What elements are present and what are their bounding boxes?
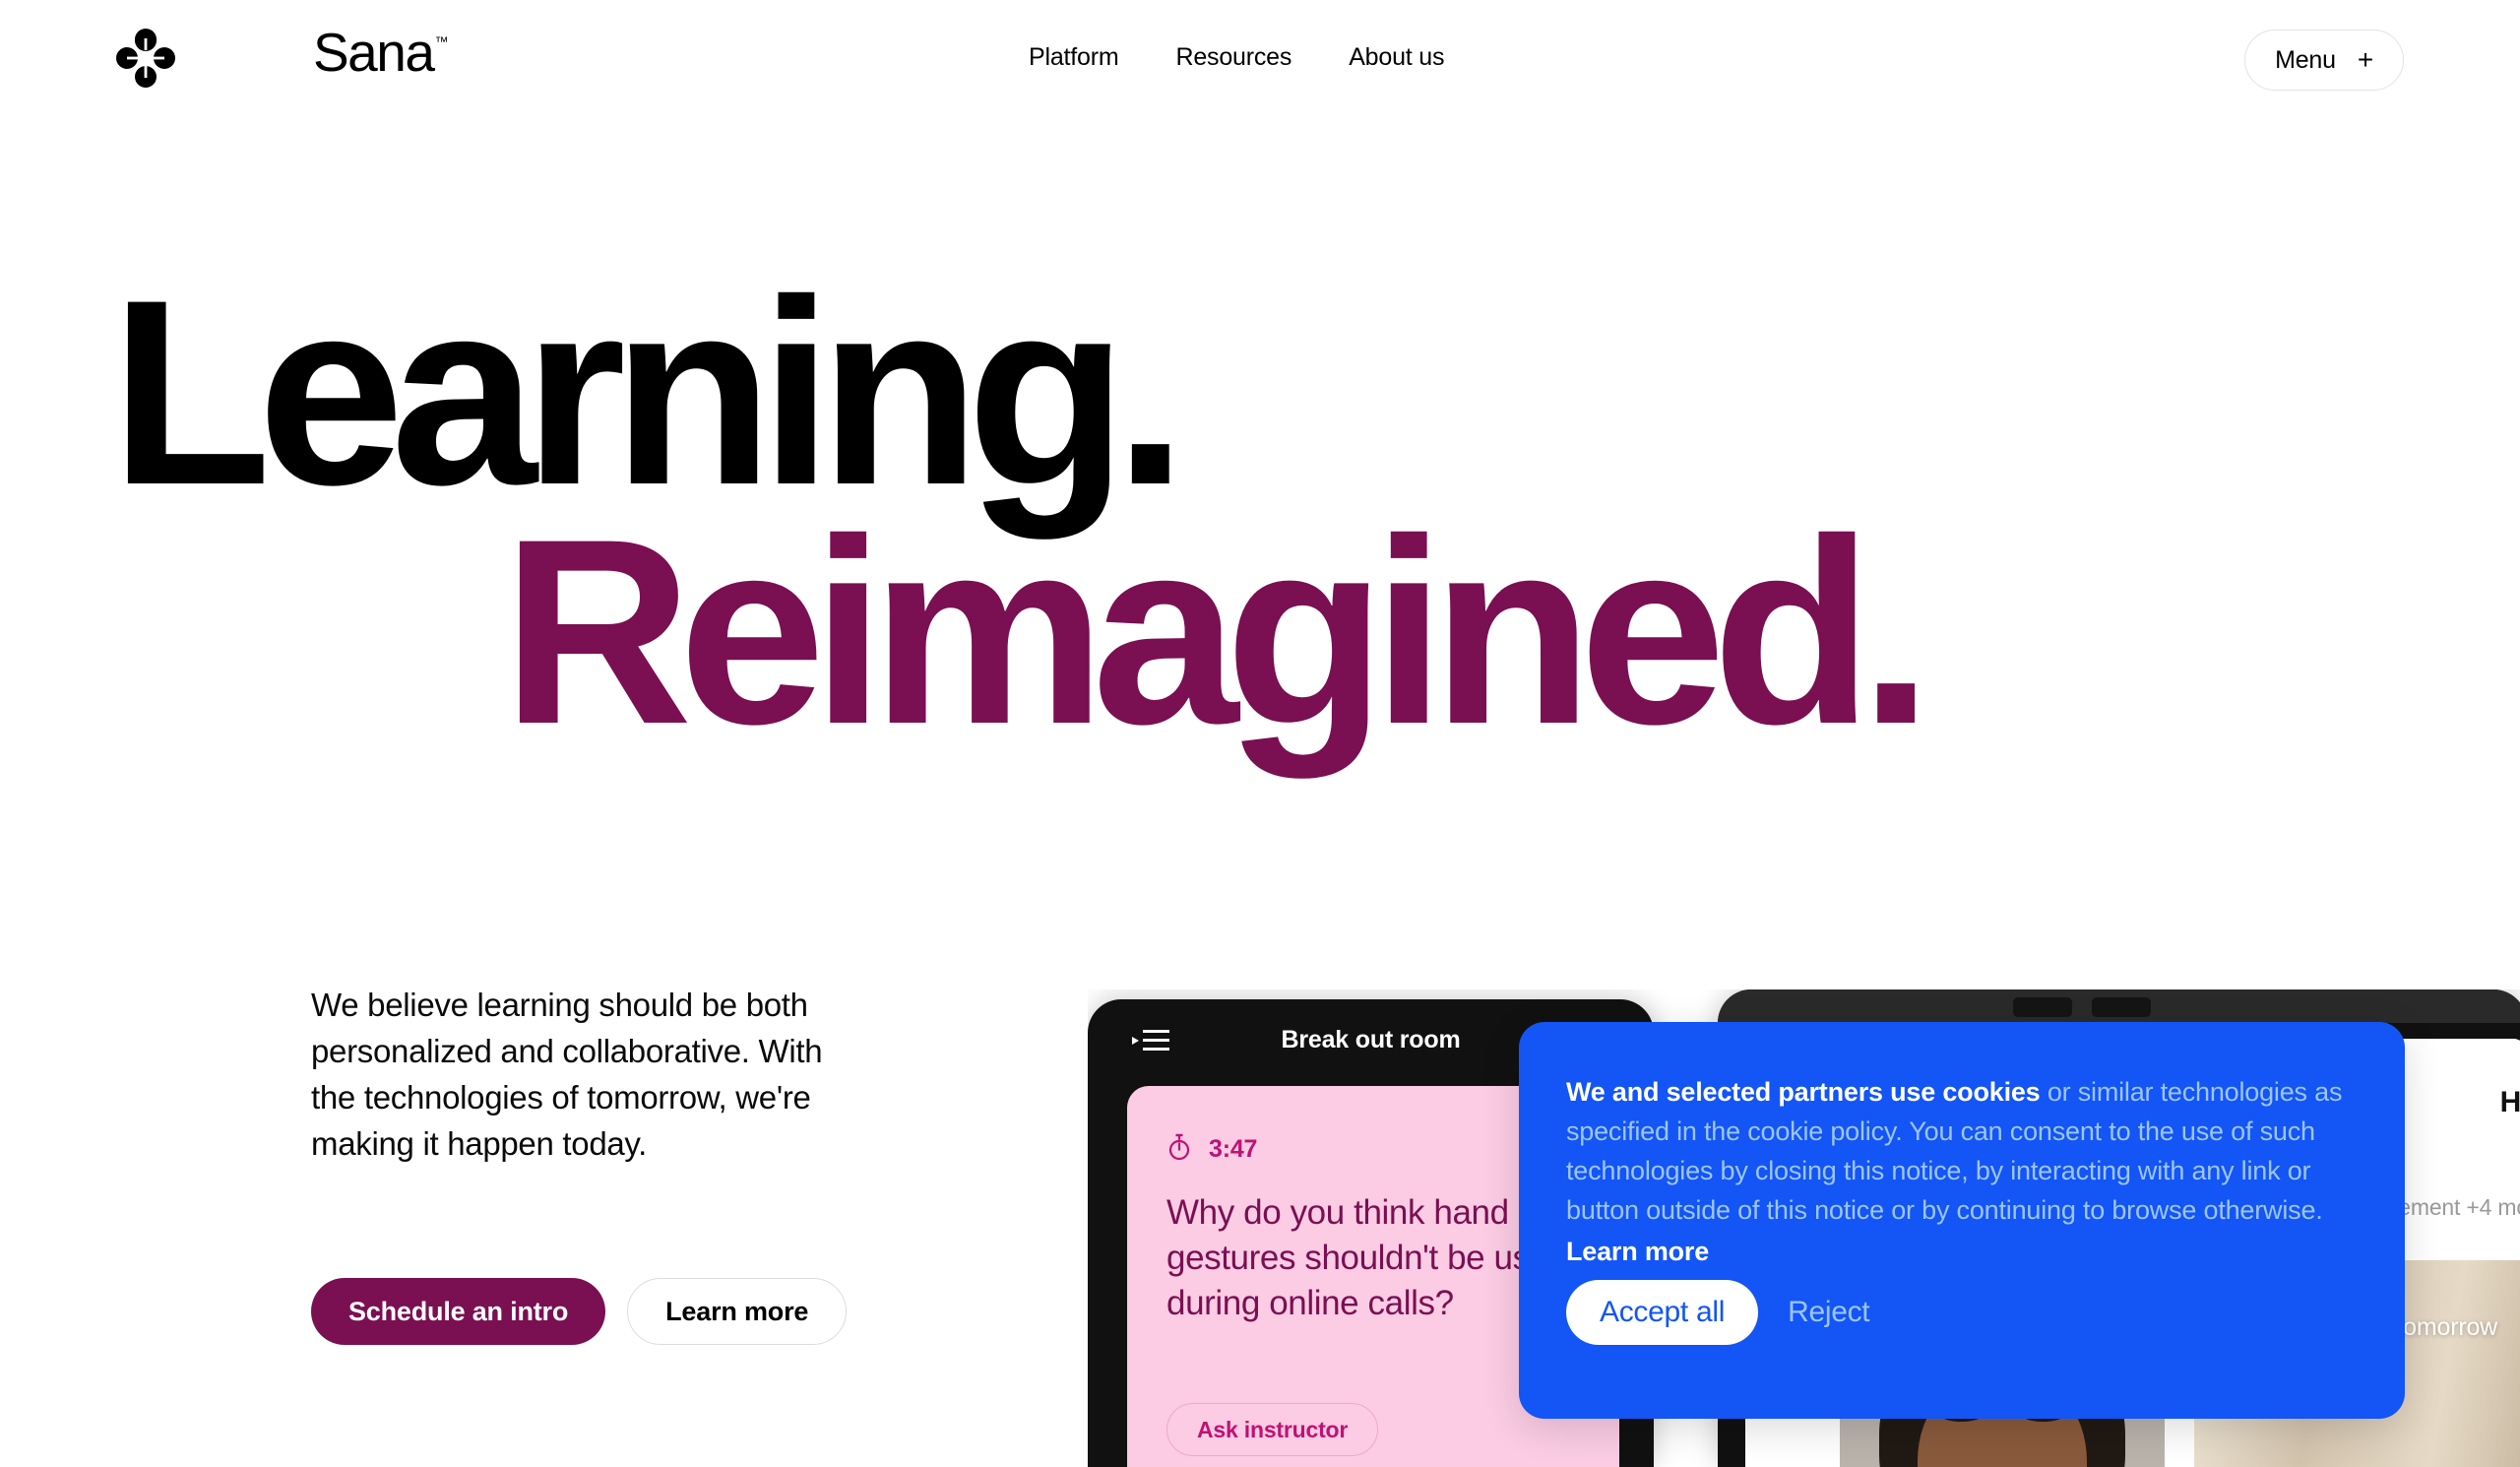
plus-icon: + bbox=[2357, 44, 2373, 75]
cookie-learn-more-link[interactable]: Learn more bbox=[1566, 1233, 2358, 1272]
menu-button[interactable]: Menu + bbox=[2244, 30, 2404, 91]
nav-item-platform[interactable]: Platform bbox=[1029, 43, 1119, 72]
sidebar-toggle-icon[interactable] bbox=[1132, 1028, 1169, 1053]
cookie-consent-banner: We and selected partners use cookies or … bbox=[1519, 1022, 2405, 1419]
site-header: Sana™ Platform Resources About us Menu + bbox=[0, 0, 2520, 118]
nav-item-about-us[interactable]: About us bbox=[1349, 43, 1444, 72]
hero-cta-row: Schedule an intro Learn more bbox=[311, 1278, 848, 1345]
camera-bump-icon bbox=[2013, 997, 2072, 1017]
brand-wordmark[interactable]: Sana™ bbox=[313, 26, 449, 80]
menu-button-label: Menu bbox=[2275, 45, 2336, 74]
hero-headline-line-2: Reimagined. bbox=[502, 483, 1932, 779]
page-root: Sana™ Platform Resources About us Menu +… bbox=[0, 0, 2520, 1467]
nav-item-resources[interactable]: Resources bbox=[1175, 43, 1292, 72]
hero-headline-line-1: Learning. bbox=[110, 244, 1187, 540]
timer-value: 3:47 bbox=[1209, 1135, 1258, 1163]
stopwatch-icon bbox=[1166, 1133, 1192, 1166]
primary-nav: Platform Resources About us bbox=[1029, 43, 1444, 72]
ask-instructor-button[interactable]: Ask instructor bbox=[1166, 1403, 1379, 1456]
hero-paragraph: We believe learning should be both perso… bbox=[311, 987, 823, 1162]
brand-name: Sana bbox=[313, 22, 435, 83]
course-card-heading: Ho bbox=[2499, 1086, 2520, 1118]
course-card-subtext: ement +4 more bbox=[2398, 1194, 2520, 1220]
sana-four-dot-logo-icon[interactable] bbox=[116, 28, 175, 89]
timer-row: 3:47 bbox=[1166, 1133, 1580, 1166]
cookie-banner-text: We and selected partners use cookies or … bbox=[1566, 1073, 2358, 1272]
cookie-banner-lead: We and selected partners use cookies bbox=[1566, 1077, 2041, 1107]
breakout-question-text: Why do you think hand gestures shouldn't… bbox=[1166, 1193, 1567, 1323]
cookie-banner-actions: Accept all Reject bbox=[1566, 1280, 1870, 1345]
reject-button[interactable]: Reject bbox=[1788, 1296, 1870, 1329]
learn-more-button[interactable]: Learn more bbox=[627, 1278, 848, 1345]
trademark-symbol: ™ bbox=[434, 32, 449, 49]
speaker-bump-icon bbox=[2092, 997, 2151, 1017]
accept-all-button[interactable]: Accept all bbox=[1566, 1280, 1759, 1345]
schedule-an-intro-button[interactable]: Schedule an intro bbox=[311, 1278, 606, 1345]
device-notch-bar bbox=[1718, 989, 2520, 1023]
course-photo-label: omorrow bbox=[2403, 1313, 2497, 1341]
